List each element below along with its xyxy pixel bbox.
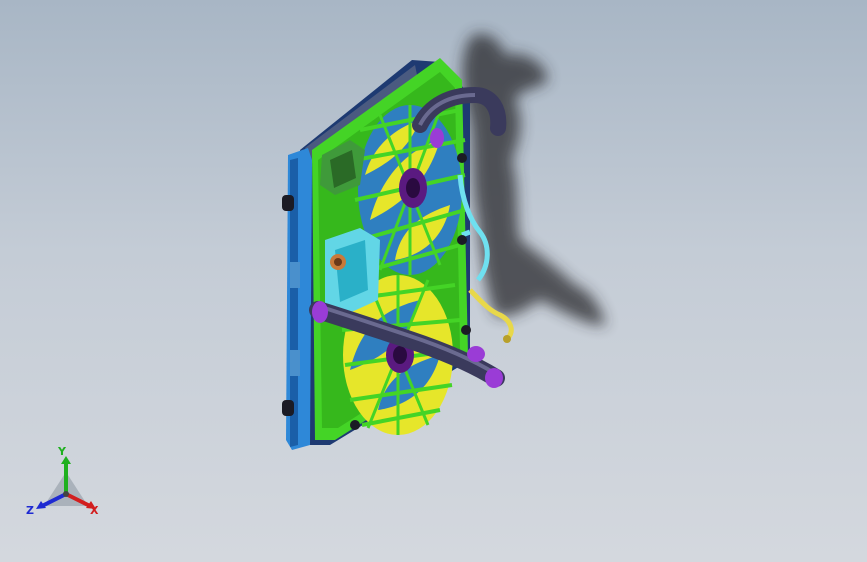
x-axis-label: X	[90, 504, 99, 517]
fan-motor-housing[interactable]	[325, 228, 380, 315]
view-orientation-triad[interactable]: Y X Z	[26, 445, 106, 528]
model-shadow	[462, 33, 606, 326]
graphics-viewport[interactable]: Y X Z	[0, 0, 867, 562]
radiator-side-tank[interactable]	[282, 148, 312, 450]
cad-model-view[interactable]	[0, 0, 867, 562]
z-axis-label: Z	[26, 504, 34, 517]
y-axis-label: Y	[58, 445, 66, 458]
